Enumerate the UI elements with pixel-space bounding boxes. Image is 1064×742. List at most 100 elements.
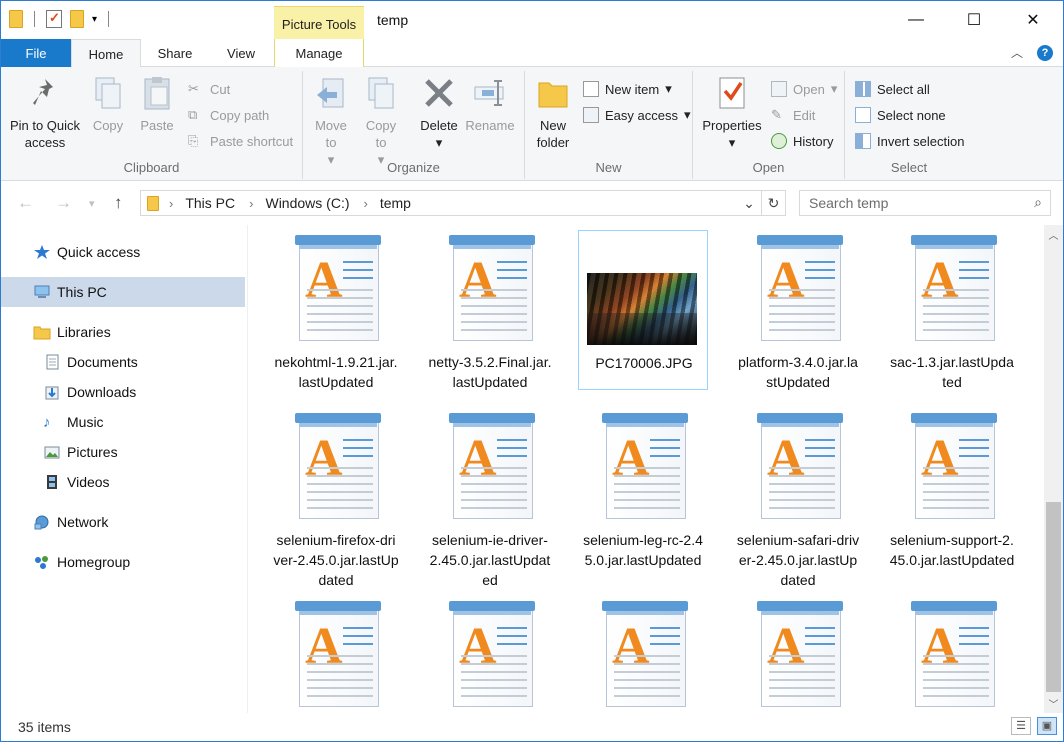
sidebar-item-libraries[interactable]: Libraries	[1, 317, 245, 347]
sidebar-item-network[interactable]: Network	[1, 507, 245, 537]
select-none-button[interactable]: Select none	[855, 107, 946, 123]
rename-button[interactable]: Rename	[465, 75, 515, 134]
up-arrow-icon[interactable]: ↑	[114, 193, 123, 213]
title-bar: ▾ Picture Tools temp — ☐ ✕	[1, 1, 1063, 39]
new-folder-button[interactable]: New folder	[533, 75, 573, 151]
tab-share[interactable]: Share	[145, 39, 205, 67]
sidebar-item-this-pc[interactable]: This PC	[1, 277, 245, 307]
folder-icon[interactable]	[9, 10, 23, 28]
breadcrumb-chevron-icon[interactable]: ›	[364, 196, 368, 211]
vertical-scrollbar[interactable]: ︿ ﹀	[1044, 225, 1063, 713]
cut-button[interactable]: ✂ Cut	[188, 81, 230, 97]
file-item[interactable]: A	[733, 596, 863, 713]
sidebar-item-label: Pictures	[67, 444, 118, 460]
scroll-up-icon[interactable]: ︿	[1044, 225, 1063, 244]
maximize-button[interactable]: ☐	[945, 1, 1003, 39]
file-item-image[interactable]: PC170006.JPG	[578, 230, 708, 390]
breadcrumb-temp[interactable]: temp	[380, 195, 411, 211]
help-icon[interactable]: ?	[1037, 44, 1053, 61]
file-item[interactable]: Aselenium-leg-rc-2.45.0.jar.lastUpdated	[578, 408, 708, 568]
delete-icon	[421, 75, 457, 111]
file-item[interactable]: Aselenium-ie-driver-2.45.0.jar.lastUpdat…	[425, 408, 555, 588]
select-all-button[interactable]: Select all	[855, 81, 930, 97]
tab-home[interactable]: Home	[71, 39, 141, 68]
text-document-icon: A	[295, 601, 381, 709]
move-to-button[interactable]: Move to ▾	[311, 75, 351, 168]
navigation-bar: ← → ▾ ↑ › This PC › Windows (C:) › temp …	[1, 181, 1063, 225]
search-icon[interactable]: ⌕	[1034, 194, 1042, 211]
invert-selection-button[interactable]: Invert selection	[855, 133, 964, 149]
file-item[interactable]: Anekohtml-1.9.21.jar.lastUpdated	[271, 230, 401, 390]
breadcrumb-windows-c[interactable]: Windows (C:)	[265, 195, 349, 211]
sidebar-item-music[interactable]: ♪ Music	[1, 407, 245, 437]
file-item[interactable]: Anetty-3.5.2.Final.jar.lastUpdated	[425, 230, 555, 390]
open-button[interactable]: Open ▾	[771, 81, 837, 97]
scrollbar-thumb[interactable]	[1046, 502, 1061, 692]
new-group: New folder New item ▾ Easy access ▾ New	[525, 71, 693, 179]
edit-icon: ✎	[771, 107, 782, 122]
easy-access-button[interactable]: Easy access ▾	[583, 107, 691, 123]
delete-button[interactable]: Delete ▾	[417, 75, 461, 151]
breadcrumb-chevron-icon[interactable]: ›	[169, 196, 173, 211]
file-item[interactable]: Aplatform-3.4.0.jar.lastUpdated	[733, 230, 863, 390]
tab-manage[interactable]: Manage	[274, 39, 364, 67]
text-document-icon: A	[757, 235, 843, 343]
delete-label: Delete	[420, 118, 458, 133]
search-input[interactable]: Search temp ⌕	[799, 190, 1051, 216]
copy-to-button[interactable]: Copy to ▾	[361, 75, 401, 168]
recent-locations-icon[interactable]: ▾	[89, 197, 95, 210]
breadcrumb-this-pc[interactable]: This PC	[185, 195, 235, 211]
collapse-ribbon-icon[interactable]: ︿	[1011, 44, 1023, 61]
details-view-icon[interactable]: ☰	[1011, 717, 1031, 735]
new-item-button[interactable]: New item ▾	[583, 81, 672, 97]
copy-to-icon	[363, 75, 399, 111]
tab-view[interactable]: View	[211, 39, 271, 67]
file-item[interactable]: A	[425, 596, 555, 713]
file-item[interactable]: Aselenium-support-2.45.0.jar.lastUpdated	[887, 408, 1017, 568]
edit-button[interactable]: ✎ Edit	[771, 107, 815, 123]
address-bar[interactable]: › This PC › Windows (C:) › temp ⌄ ↻	[140, 190, 786, 216]
paste-button[interactable]: Paste	[135, 75, 179, 134]
file-grid: Anekohtml-1.9.21.jar.lastUpdated Anetty-3…	[249, 225, 1044, 713]
properties-label: Properties	[702, 118, 762, 133]
sidebar-item-documents[interactable]: Documents	[1, 347, 245, 377]
sidebar-item-downloads[interactable]: Downloads	[1, 377, 245, 407]
paste-shortcut-button[interactable]: ⎘ Paste shortcut	[188, 133, 293, 149]
text-document-icon: A	[449, 601, 535, 709]
close-button[interactable]: ✕	[1004, 1, 1062, 39]
properties-button[interactable]: Properties ▾	[699, 75, 765, 151]
refresh-icon[interactable]: ↻	[761, 191, 785, 215]
new-group-label: New	[595, 160, 622, 175]
forward-arrow-icon[interactable]: →	[55, 193, 72, 213]
folder-icon	[147, 195, 159, 211]
file-item[interactable]: Aselenium-firefox-driver-2.45.0.jar.last…	[271, 408, 401, 588]
address-dropdown-icon[interactable]: ⌄	[737, 191, 761, 215]
back-arrow-icon[interactable]: ←	[17, 193, 34, 213]
file-item[interactable]: A	[271, 596, 401, 713]
sidebar-item-homegroup[interactable]: Homegroup	[1, 547, 245, 577]
customize-toolbar-icon[interactable]: ▾	[92, 14, 97, 25]
star-icon	[33, 244, 51, 260]
scissors-icon: ✂	[188, 81, 199, 96]
large-icons-view-icon[interactable]: ▣	[1037, 717, 1057, 735]
scroll-down-icon[interactable]: ﹀	[1044, 694, 1063, 713]
open-dropdown-icon: ▾	[830, 81, 838, 96]
history-button[interactable]: History	[771, 133, 833, 149]
sidebar-item-videos[interactable]: Videos	[1, 467, 245, 497]
file-item[interactable]: A	[578, 596, 708, 713]
file-item[interactable]: Asac-1.3.jar.lastUpdated	[887, 230, 1017, 390]
properties-icon[interactable]	[46, 10, 62, 28]
file-item[interactable]: A	[887, 596, 1017, 713]
breadcrumb-chevron-icon[interactable]: ›	[249, 196, 253, 211]
copy-button[interactable]: Copy	[87, 75, 129, 134]
minimize-button[interactable]: —	[887, 1, 945, 39]
new-folder-icon[interactable]	[70, 10, 84, 28]
sidebar-item-quick-access[interactable]: Quick access	[1, 237, 245, 267]
open-icon	[771, 81, 787, 97]
file-item[interactable]: Aselenium-safari-driver-2.45.0.jar.lastU…	[733, 408, 863, 588]
tab-file[interactable]: File	[1, 39, 71, 67]
pin-to-quick-access-button[interactable]: Pin to Quick access	[7, 75, 83, 151]
sidebar-item-pictures[interactable]: Pictures	[1, 437, 245, 467]
easy-access-dropdown-icon: ▾	[683, 107, 691, 122]
copy-path-button[interactable]: ⧉ Copy path	[188, 107, 269, 123]
